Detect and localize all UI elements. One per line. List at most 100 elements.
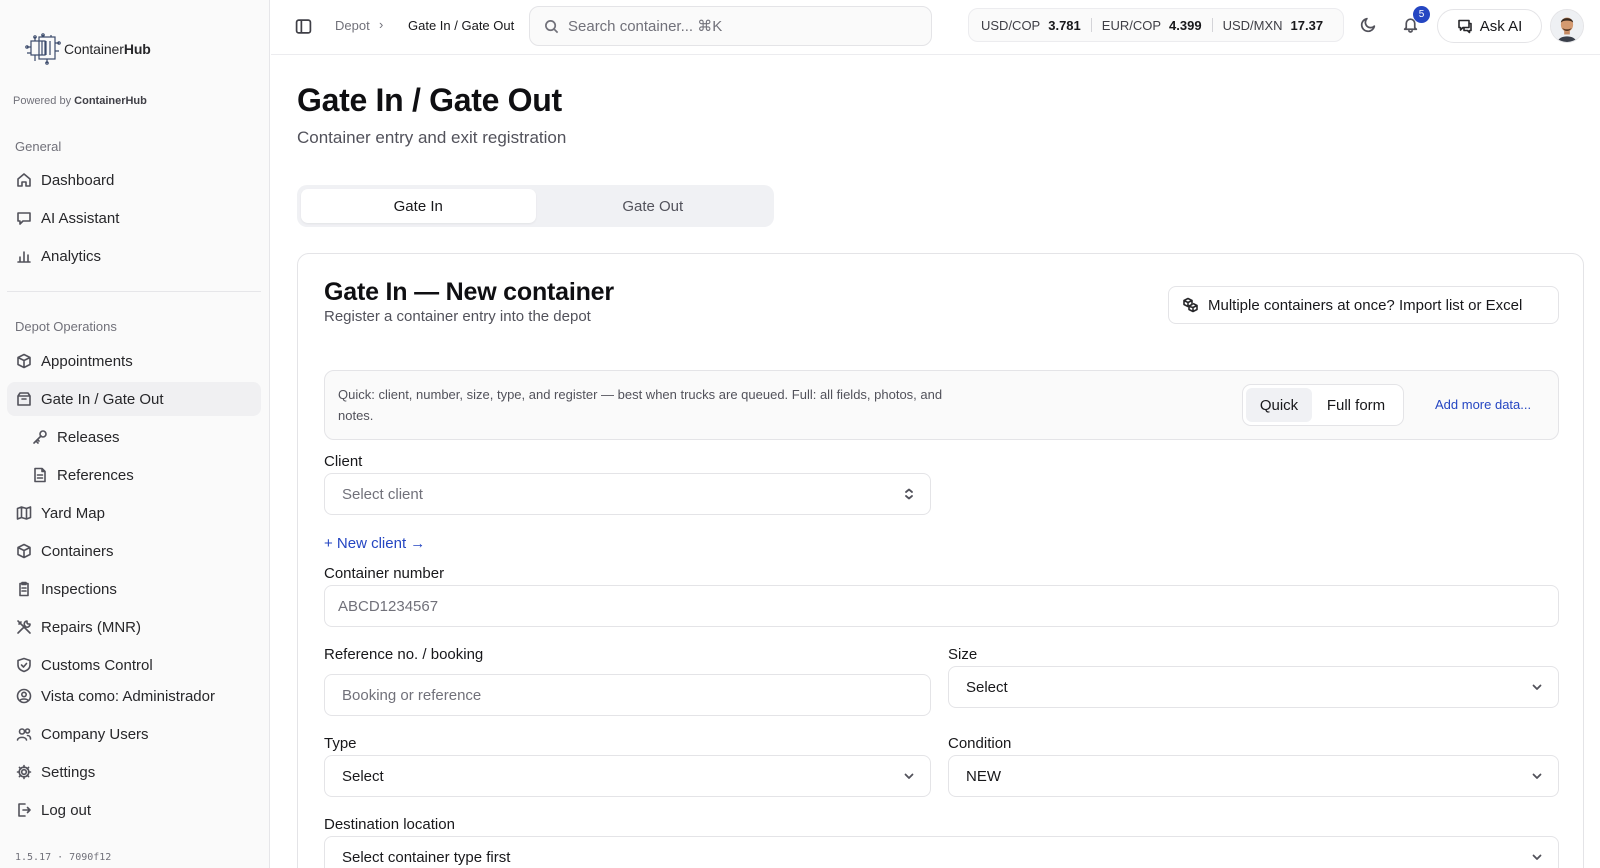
shield-icon: [16, 657, 32, 673]
chat-bubble-icon: [1457, 19, 1472, 34]
condition-label: Condition: [948, 735, 1012, 752]
sidebar-item-inspections[interactable]: Inspections: [7, 572, 261, 606]
destination-select[interactable]: Select container type first: [324, 836, 1559, 868]
mode-quick-button[interactable]: Quick: [1246, 388, 1312, 422]
sidebar-item-dashboard[interactable]: Dashboard: [7, 163, 261, 197]
entry-mode-panel: Quick: client, number, size, type, and r…: [324, 370, 1559, 440]
card-title: Gate In — New container: [324, 278, 614, 306]
sidebar-item-repairs[interactable]: Repairs (MNR): [7, 610, 261, 644]
gate-tabs: Gate In Gate Out: [297, 185, 774, 227]
avatar[interactable]: [1550, 9, 1584, 43]
sidebar-item-settings[interactable]: Settings: [7, 755, 261, 789]
search-box[interactable]: [529, 6, 932, 46]
logo-icon: [25, 33, 61, 65]
sidebar-item-label: Containers: [41, 542, 114, 560]
exchange-rates: USD/COP 3.781 EUR/COP 4.399 USD/MXN 17.3…: [968, 8, 1344, 42]
sidebar-item-label: Dashboard: [41, 171, 115, 189]
container-number-label: Container number: [324, 565, 445, 582]
app-version: 1.5.17 · 7090f12: [15, 852, 112, 863]
boxes-icon: [1183, 297, 1198, 313]
condition-select[interactable]: NEW: [948, 755, 1559, 797]
sidebar-item-label: Analytics: [41, 247, 102, 265]
sidebar-item-company-users[interactable]: Company Users: [7, 717, 261, 751]
import-list-label: Multiple containers at once? Import list…: [1208, 296, 1523, 314]
container-number-input[interactable]: [338, 597, 1558, 615]
gear-icon: [16, 764, 32, 780]
sidebar-item-customs-control[interactable]: Customs Control: [7, 648, 261, 682]
fx-pair: EUR/COP: [1101, 17, 1162, 33]
fx-pair: USD/COP: [981, 17, 1041, 33]
sidebar-item-ai-assistant[interactable]: AI Assistant: [7, 201, 261, 235]
sidebar-item-label: References: [57, 466, 134, 484]
add-more-data-link[interactable]: Add more data...: [1435, 397, 1531, 412]
sidebar-item-label: AI Assistant: [41, 209, 120, 227]
reference-label: Reference no. / booking: [324, 646, 484, 663]
sidebar: ContainerHub Powered by ContainerHub Gen…: [0, 0, 270, 868]
home-icon: [16, 172, 32, 188]
breadcrumb-current: Gate In / Gate Out: [408, 18, 515, 33]
size-select[interactable]: Select: [948, 666, 1559, 708]
ask-ai-button[interactable]: Ask AI: [1437, 9, 1542, 43]
sidebar-item-gate-in-gate-out[interactable]: Gate In / Gate Out: [7, 382, 261, 416]
sidebar-item-appointments[interactable]: Appointments: [7, 344, 261, 378]
sidebar-item-label: Gate In / Gate Out: [41, 390, 164, 408]
sidebar-toggle-icon: [295, 18, 311, 34]
sidebar-item-yard-map[interactable]: Yard Map: [7, 496, 261, 530]
gate-icon: [16, 391, 32, 407]
map-icon: [16, 505, 32, 521]
logo-text: ContainerHub: [64, 41, 151, 57]
size-label: Size: [948, 646, 978, 663]
new-client-link[interactable]: + New client →: [324, 535, 425, 552]
sidebar-item-references[interactable]: References: [7, 458, 261, 492]
sidebar-item-analytics[interactable]: Analytics: [7, 239, 261, 273]
file-icon: [32, 467, 48, 483]
search-input[interactable]: [568, 17, 908, 35]
sidebar-toggle-button[interactable]: [293, 16, 313, 36]
chat-icon: [16, 210, 32, 226]
user-circle-icon: [16, 688, 32, 704]
notification-count-badge: 5: [1413, 6, 1430, 23]
mode-full-form-button[interactable]: Full form: [1312, 388, 1400, 422]
logo[interactable]: ContainerHub: [25, 33, 151, 65]
section-label-depot: Depot Operations: [15, 319, 117, 334]
bar-chart-icon: [16, 248, 32, 264]
breadcrumb-depot[interactable]: Depot: [335, 18, 370, 33]
client-select[interactable]: Select client: [324, 473, 931, 515]
key-icon: [32, 429, 48, 445]
chevron-down-icon: [902, 769, 916, 783]
users-icon: [16, 726, 32, 742]
page-title: Gate In / Gate Out: [297, 82, 562, 118]
fx-usd-cop: USD/COP 3.781: [981, 18, 1081, 33]
fx-rate: 3.781: [1048, 17, 1081, 33]
client-label: Client: [324, 453, 363, 470]
import-list-button[interactable]: Multiple containers at once? Import list…: [1168, 286, 1559, 324]
tab-gate-in[interactable]: Gate In: [301, 189, 536, 223]
sidebar-item-log-out[interactable]: Log out: [7, 793, 261, 827]
sidebar-item-label: Settings: [41, 763, 96, 781]
sidebar-item-containers[interactable]: Containers: [7, 534, 261, 568]
sidebar-item-view-as[interactable]: Vista como: Administrador: [7, 679, 261, 713]
chevron-up-down-icon: [902, 487, 916, 501]
theme-toggle-button[interactable]: [1360, 16, 1380, 36]
logout-icon: [16, 802, 32, 818]
page-subtitle: Container entry and exit registration: [297, 128, 567, 147]
condition-select-value: NEW: [966, 767, 1001, 785]
fx-divider: [1211, 18, 1213, 32]
container-number-field[interactable]: [324, 585, 1559, 627]
fx-eur-cop: EUR/COP 4.399: [1102, 18, 1202, 33]
sidebar-item-label: Inspections: [41, 580, 117, 598]
user-avatar-icon: [1551, 10, 1583, 42]
tab-gate-out[interactable]: Gate Out: [536, 189, 771, 223]
reference-field[interactable]: [324, 674, 931, 716]
fx-usd-mxn: USD/MXN 17.37: [1223, 18, 1324, 33]
breadcrumb-separator: ›: [379, 17, 384, 32]
entry-mode-toggle: Quick Full form: [1242, 384, 1404, 426]
powered-by: Powered by ContainerHub: [13, 95, 147, 107]
sidebar-item-label: Appointments: [41, 352, 133, 370]
sidebar-item-label: Customs Control: [41, 656, 153, 674]
type-select[interactable]: Select: [324, 755, 931, 797]
sidebar-item-label: Yard Map: [41, 504, 105, 522]
top-bar: Depot › Gate In / Gate Out USD/COP 3.781…: [271, 0, 1600, 55]
reference-input[interactable]: [342, 686, 930, 704]
sidebar-item-releases[interactable]: Releases: [7, 420, 261, 454]
